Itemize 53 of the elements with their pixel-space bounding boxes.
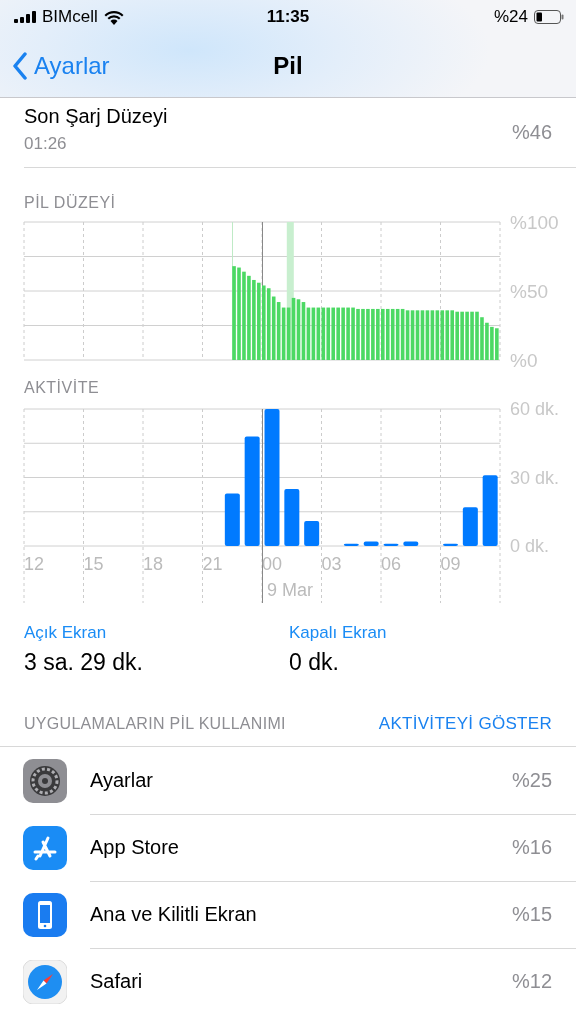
wifi-icon [103, 9, 124, 25]
app-percentage: %12 [511, 970, 552, 993]
axis-label: 09 [440, 554, 461, 574]
activity-bar [284, 488, 300, 546]
screen-time-label: Kapalı Ekran [289, 623, 387, 643]
show-activity-link[interactable]: AKTİVİTEYİ GÖSTER [378, 714, 552, 734]
screen-time-value: 3 sa. 29 dk. [24, 649, 143, 676]
app-percentage: %25 [511, 768, 552, 792]
activity-bar [482, 475, 498, 546]
activity-bar [462, 507, 478, 546]
activity-bar [343, 543, 359, 546]
chevron-left-icon [12, 51, 28, 80]
app-row[interactable]: Ayarlar %25 [0, 747, 576, 814]
axis-label: 12 [24, 554, 44, 574]
app-percentage: %16 [511, 835, 552, 859]
axis-label: 03 [321, 554, 342, 574]
app-row[interactable]: Safari %12 [0, 948, 576, 1015]
page-title: Pil [272, 51, 304, 80]
axis-label: 15 [83, 554, 104, 574]
battery-icon [534, 10, 564, 24]
app-store-icon [23, 825, 67, 870]
activity-bar [363, 541, 379, 546]
axis-label: 18 [143, 554, 163, 574]
axis-label: 21 [202, 554, 223, 574]
carrier-name: BIMcell [42, 7, 98, 27]
section-heading: AKTİVİTE [24, 379, 100, 397]
app-name: Ayarlar [90, 768, 153, 792]
activity-bar [383, 543, 399, 546]
last-charge-value: %46 [511, 121, 552, 144]
app-name: Ana ve Kilitli Ekran [90, 902, 257, 926]
last-charge-label: Son Şarj Düzeyi [24, 105, 168, 128]
app-percentage: %15 [511, 902, 552, 926]
axis-label: 06 [381, 554, 401, 574]
screen-time-label: Açık Ekran [24, 623, 107, 643]
app-name: App Store [90, 835, 179, 859]
compass-icon [23, 959, 67, 1004]
section-heading: UYGULAMALARIN PİL KULLANIMI [24, 715, 286, 733]
activity-bar [403, 541, 419, 546]
gear-icon [23, 758, 67, 803]
status-time: 11:35 [265, 7, 311, 27]
activity-bar [443, 543, 458, 546]
date-label: 9 Mar [267, 580, 313, 600]
screen-time-value: 0 dk. [289, 649, 339, 676]
activity-bar [224, 493, 240, 546]
phone-icon [23, 892, 67, 937]
last-charge-time: 01:26 [24, 134, 68, 154]
signal-icon [14, 11, 36, 23]
section-heading: PİL DÜZEYİ [24, 194, 116, 212]
activity-bar [304, 520, 320, 546]
battery-percent: %24 [493, 7, 528, 27]
app-row[interactable]: Ana ve Kilitli Ekran %15 [0, 881, 576, 948]
app-row[interactable]: App Store %16 [0, 814, 576, 881]
app-name: Safari [90, 970, 143, 993]
